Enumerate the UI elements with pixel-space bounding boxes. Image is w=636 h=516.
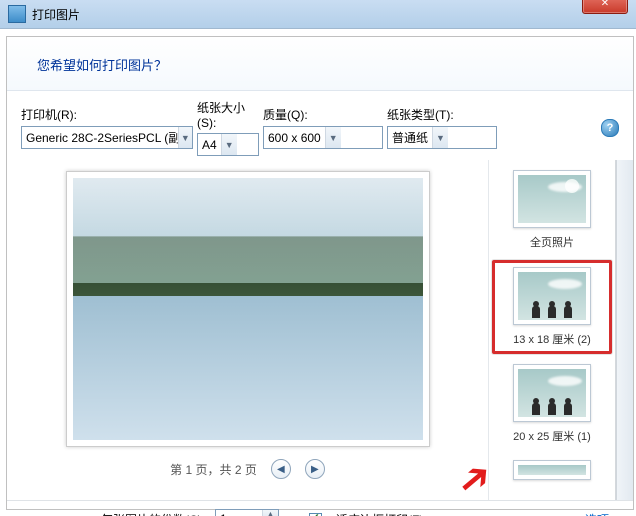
- size-label: 纸张大小(S):: [197, 99, 259, 130]
- quality-combo[interactable]: 600 x 600 ▼: [263, 126, 383, 149]
- chevron-down-icon: ▼: [221, 134, 237, 155]
- layout-sidebar: 全页照片 13 x 18 厘米 (2) 20 x 25 厘米 (1): [488, 160, 616, 500]
- layout-option-full[interactable]: 全页照片: [492, 164, 612, 256]
- layout-option-13x18[interactable]: 13 x 18 厘米 (2): [492, 260, 612, 354]
- printer-label: 打印机(R):: [21, 106, 193, 123]
- pager-text: 第 1 页，共 2 页: [170, 461, 257, 478]
- copies-spinner[interactable]: ▲▼: [215, 509, 279, 516]
- help-icon[interactable]: ?: [601, 119, 619, 137]
- options-bar: 每张图片的份数(C): ▲▼ 适应边框打印(F) 选项...: [7, 500, 633, 516]
- dialog-header: 您希望如何打印图片？: [7, 37, 633, 91]
- printer-combo[interactable]: Generic 28C-2SeriesPCL (副本 ▼: [21, 126, 193, 149]
- options-link[interactable]: 选项...: [585, 511, 619, 516]
- window-title: 打印图片: [32, 6, 80, 23]
- fit-frame-checkbox[interactable]: [309, 513, 322, 516]
- scrollbar[interactable]: [616, 160, 633, 500]
- layout-label: [496, 484, 608, 486]
- print-dialog: 您希望如何打印图片？ 打印机(R): Generic 28C-2SeriesPC…: [6, 36, 634, 510]
- type-combo[interactable]: 普通纸 ▼: [387, 126, 497, 149]
- preview-pane: 第 1 页，共 2 页 ◀ ▶ ➔: [7, 160, 488, 500]
- quality-value: 600 x 600: [264, 131, 325, 145]
- header-question: 您希望如何打印图片？: [37, 58, 167, 73]
- type-value: 普通纸: [388, 129, 432, 146]
- layout-label: 全页照片: [496, 232, 608, 250]
- size-combo[interactable]: A4 ▼: [197, 133, 259, 156]
- type-label: 纸张类型(T):: [387, 106, 497, 123]
- copies-input[interactable]: [216, 510, 262, 516]
- chevron-down-icon: ▼: [178, 127, 192, 148]
- layout-label: 13 x 18 厘米 (2): [497, 329, 607, 347]
- size-value: A4: [198, 138, 221, 152]
- preview-image: [73, 178, 423, 440]
- spin-up-icon[interactable]: ▲: [263, 510, 278, 516]
- chevron-down-icon: ▼: [325, 127, 341, 148]
- layout-label: 20 x 25 厘米 (1): [496, 426, 608, 444]
- window-close-button[interactable]: ✕: [582, 0, 628, 14]
- preview-frame: [66, 171, 430, 447]
- copies-label: 每张图片的份数(C):: [101, 511, 205, 516]
- printer-value: Generic 28C-2SeriesPCL (副本: [22, 129, 178, 146]
- chevron-down-icon: ▼: [432, 127, 448, 148]
- print-controls: 打印机(R): Generic 28C-2SeriesPCL (副本 ▼ 纸张大…: [7, 91, 633, 160]
- quality-label: 质量(Q):: [263, 106, 383, 123]
- layout-option-20x25[interactable]: 20 x 25 厘米 (1): [492, 358, 612, 450]
- prev-page-button[interactable]: ◀: [271, 459, 291, 479]
- title-bar: 打印图片 ✕: [0, 0, 636, 29]
- fit-frame-label: 适应边框打印(F): [336, 511, 423, 516]
- next-page-button[interactable]: ▶: [305, 459, 325, 479]
- app-icon: [8, 5, 26, 23]
- layout-option-more[interactable]: [492, 454, 612, 492]
